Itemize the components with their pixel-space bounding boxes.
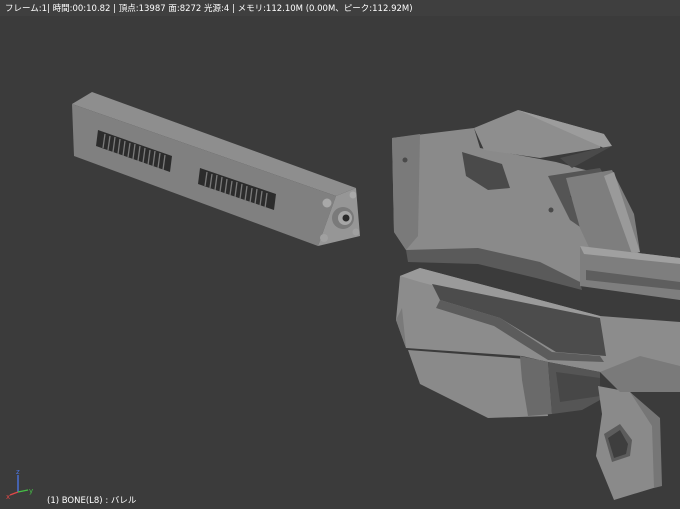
3d-viewport[interactable]: フレーム:1| 時間:00:10.82 | 頂点:13987 面:8272 光源… bbox=[0, 0, 680, 509]
x-axis-label: x bbox=[6, 493, 10, 500]
z-axis-label: z bbox=[16, 468, 20, 476]
x-axis-line bbox=[9, 491, 19, 496]
3d-scene[interactable] bbox=[0, 0, 680, 509]
viewport-stats-bar: フレーム:1| 時間:00:10.82 | 頂点:13987 面:8272 光源… bbox=[0, 0, 680, 16]
barrel-mesh[interactable] bbox=[72, 92, 360, 246]
receiver-mesh[interactable] bbox=[392, 110, 680, 500]
y-axis-label: y bbox=[29, 487, 33, 495]
scene-stats-text: フレーム:1| 時間:00:10.82 | 頂点:13987 面:8272 光源… bbox=[5, 4, 413, 14]
active-object-label: (1) BONE(L8) : バレル bbox=[47, 496, 137, 506]
y-axis-line bbox=[17, 489, 29, 493]
axis-gizmo: z x y bbox=[6, 468, 33, 500]
